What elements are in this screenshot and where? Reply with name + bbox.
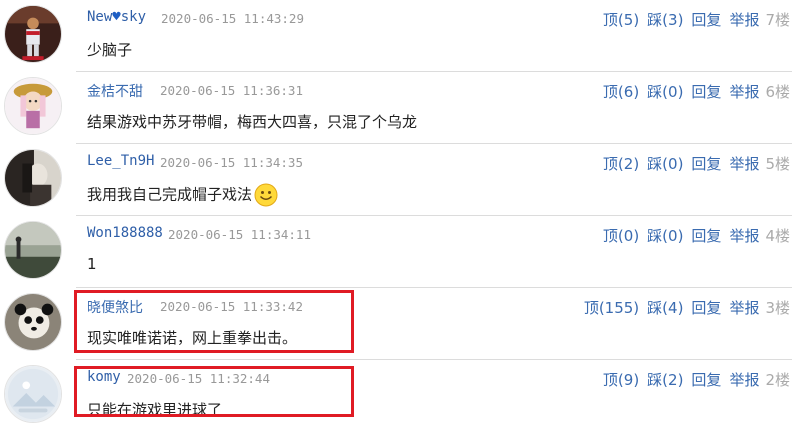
like-button[interactable]: 顶(155)	[584, 299, 639, 317]
report-button[interactable]: 举报	[729, 299, 759, 317]
user-avatar-image	[5, 222, 61, 278]
avatar[interactable]	[4, 77, 62, 135]
comment-actions: 顶(5) 踩(3) 回复 举报 7楼	[595, 9, 790, 30]
avatar[interactable]	[4, 149, 62, 207]
dislike-button[interactable]: 踩(2)	[647, 371, 683, 389]
comment-text: 少脑子	[87, 41, 133, 59]
floor-number: 3楼	[765, 299, 790, 317]
comment-item: 金桔不甜 2020-06-15 11:36:31 结果游戏中苏牙带帽，梅西大四喜…	[0, 72, 800, 144]
report-button[interactable]: 举报	[729, 227, 759, 245]
comment-actions: 顶(9) 踩(2) 回复 举报 2楼	[595, 369, 790, 390]
comment-text: 1	[87, 255, 97, 273]
like-button[interactable]: 顶(0)	[603, 227, 639, 245]
avatar[interactable]	[4, 221, 62, 279]
reply-button[interactable]: 回复	[691, 11, 721, 29]
report-button[interactable]: 举报	[729, 371, 759, 389]
floor-number: 4楼	[765, 227, 790, 245]
timestamp: 2020-06-15 11:36:31	[160, 83, 303, 98]
user-avatar-image	[5, 294, 61, 350]
report-button[interactable]: 举报	[729, 155, 759, 173]
report-button[interactable]: 举报	[729, 83, 759, 101]
floor-number: 2楼	[765, 371, 790, 389]
comment-actions: 顶(6) 踩(0) 回复 举报 6楼	[595, 81, 790, 102]
comment-text: 结果游戏中苏牙带帽，梅西大四喜，只混了个乌龙	[87, 113, 418, 131]
floor-number: 6楼	[765, 83, 790, 101]
heart-icon: ♥	[112, 9, 121, 25]
floor-number: 5楼	[765, 155, 790, 173]
avatar[interactable]	[4, 293, 62, 351]
like-button[interactable]: 顶(9)	[603, 371, 639, 389]
avatar[interactable]	[4, 5, 62, 63]
like-button[interactable]: 顶(2)	[603, 155, 639, 173]
comment-list: New♥sky 2020-06-15 11:43:29 少脑子 顶(5) 踩(3)…	[0, 0, 800, 432]
dislike-button[interactable]: 踩(4)	[647, 299, 683, 317]
comment-text-body: 我用我自己完成帽子戏法	[87, 185, 253, 204]
comment-text: 我用我自己完成帽子戏法	[87, 183, 278, 207]
timestamp: 2020-06-15 11:43:29	[161, 11, 304, 26]
reply-button[interactable]: 回复	[691, 299, 721, 317]
reply-button[interactable]: 回复	[691, 227, 721, 245]
username-text: sky	[120, 9, 147, 25]
user-avatar-image	[5, 6, 61, 62]
comment-actions: 顶(0) 踩(0) 回复 举报 4楼	[595, 225, 790, 246]
default-avatar-icon	[5, 366, 61, 422]
avatar[interactable]	[4, 365, 62, 423]
like-button[interactable]: 顶(5)	[603, 11, 639, 29]
floor-number: 7楼	[765, 11, 790, 29]
user-avatar-image	[5, 78, 61, 134]
comment-actions: 顶(155) 踩(4) 回复 举报 3楼	[576, 297, 790, 318]
report-button[interactable]: 举报	[729, 11, 759, 29]
username[interactable]: New♥sky	[87, 9, 146, 25]
like-button[interactable]: 顶(6)	[603, 83, 639, 101]
comment-item: New♥sky 2020-06-15 11:43:29 少脑子 顶(5) 踩(3)…	[0, 0, 800, 72]
highlight-box	[74, 290, 354, 353]
comment-item: Won188888 2020-06-15 11:34:11 1 顶(0) 踩(0)…	[0, 216, 800, 288]
smiley-emoji-icon	[254, 183, 278, 207]
username[interactable]: 金桔不甜	[87, 81, 143, 101]
dislike-button[interactable]: 踩(3)	[647, 11, 683, 29]
dislike-button[interactable]: 踩(0)	[647, 155, 683, 173]
dislike-button[interactable]: 踩(0)	[647, 227, 683, 245]
reply-button[interactable]: 回复	[691, 371, 721, 389]
username-text: New	[87, 9, 113, 25]
highlight-box	[74, 366, 354, 417]
comment-item: Lee_Tn9H 2020-06-15 11:34:35 我用我自己完成帽子戏法…	[0, 144, 800, 216]
comment-actions: 顶(2) 踩(0) 回复 举报 5楼	[595, 153, 790, 174]
reply-button[interactable]: 回复	[691, 155, 721, 173]
user-avatar-image	[5, 150, 61, 206]
reply-button[interactable]: 回复	[691, 83, 721, 101]
username[interactable]: Lee_Tn9H	[87, 153, 154, 169]
timestamp: 2020-06-15 11:34:11	[168, 227, 311, 242]
dislike-button[interactable]: 踩(0)	[647, 83, 683, 101]
timestamp: 2020-06-15 11:34:35	[160, 155, 303, 170]
username[interactable]: Won188888	[87, 225, 163, 241]
